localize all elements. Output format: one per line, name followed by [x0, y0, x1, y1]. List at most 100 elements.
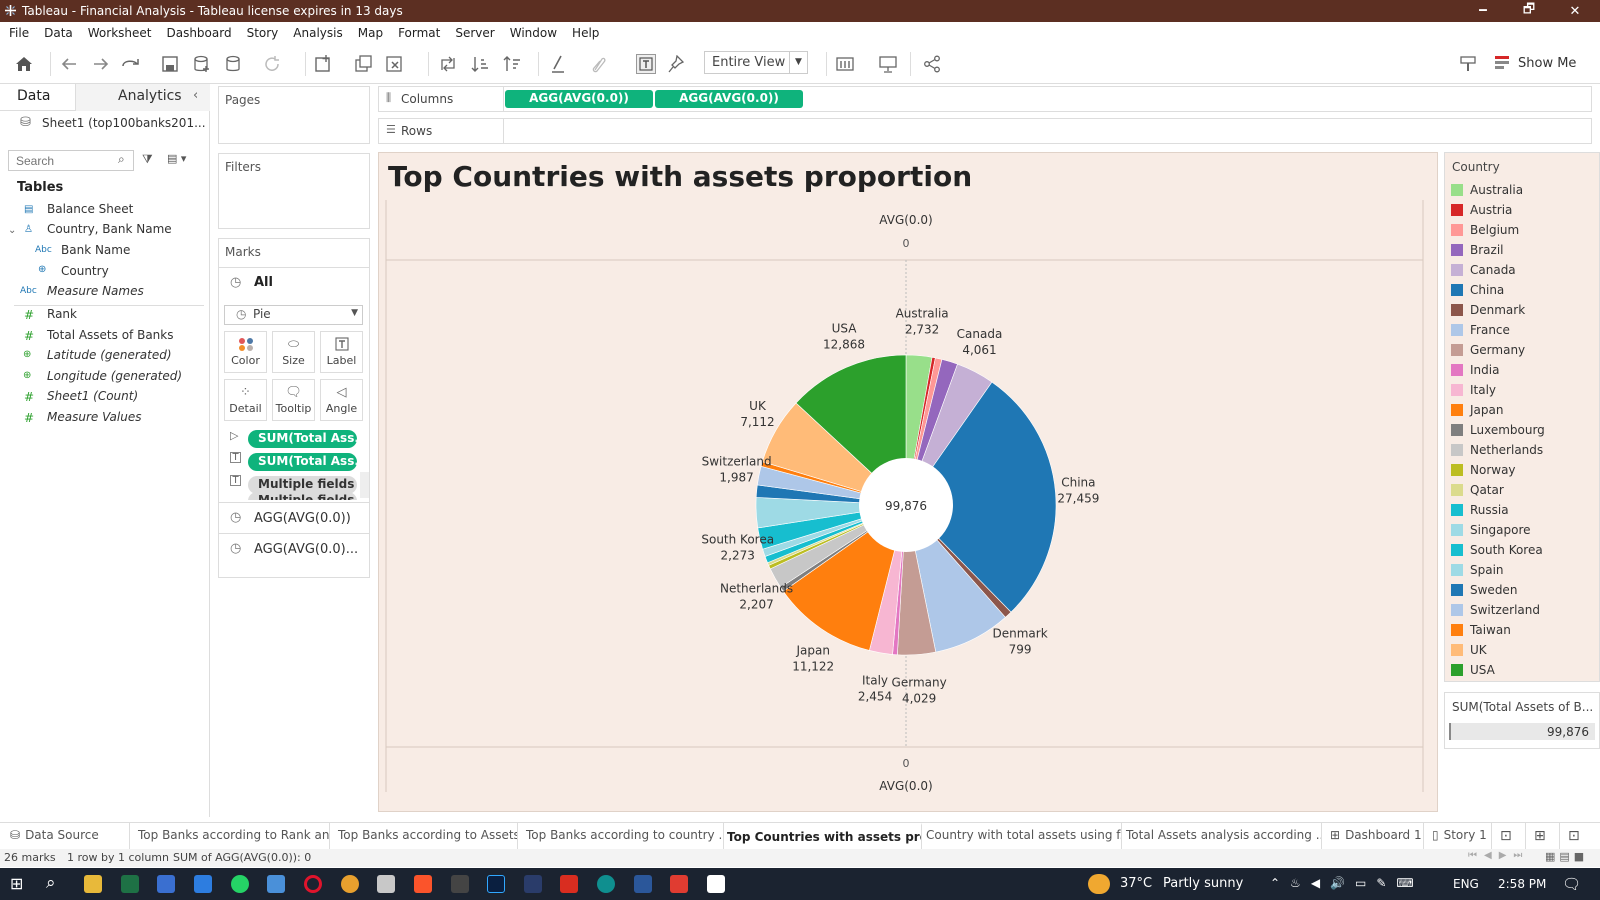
legend-item[interactable]: Sweden — [1451, 582, 1517, 598]
format-painter-icon[interactable] — [1458, 54, 1478, 74]
minimize-button[interactable]: 🗕 — [1460, 0, 1506, 22]
field-country-bank-name[interactable]: Country, Bank Name — [47, 222, 172, 236]
windows-start-icon[interactable]: ⊞ — [10, 874, 23, 893]
maximize-button[interactable]: 🗗 — [1506, 0, 1552, 22]
rows-shelf[interactable]: ☰ Rows — [378, 118, 1592, 144]
presentation-mode-icon[interactable] — [878, 54, 898, 74]
menu-story[interactable]: Story — [247, 26, 279, 40]
search-icon[interactable]: ⌕ — [46, 873, 56, 893]
tab-data[interactable]: Data — [0, 84, 76, 111]
close-button[interactable]: ✕ — [1552, 0, 1598, 22]
highlight-icon[interactable] — [548, 54, 568, 74]
tab-sheet[interactable]: Top Banks according to Rank an... — [130, 823, 330, 849]
color-button[interactable]: Color — [224, 331, 267, 373]
field-bank-name[interactable]: Bank Name — [61, 243, 130, 257]
menu-worksheet[interactable]: Worksheet — [88, 26, 152, 40]
marks-all-tab[interactable]: All — [254, 275, 273, 290]
sort-descending-icon[interactable] — [502, 54, 522, 74]
menu-map[interactable]: Map — [358, 26, 383, 40]
field-latitude[interactable]: Latitude (generated) — [47, 348, 172, 362]
view-sorter-icon[interactable]: ▦▤■ — [1545, 850, 1588, 863]
show-mark-labels-icon[interactable] — [636, 54, 656, 74]
legend-item[interactable]: China — [1451, 282, 1504, 298]
legend-item[interactable]: Canada — [1451, 262, 1516, 278]
opera-icon[interactable] — [304, 875, 322, 893]
redo-icon[interactable] — [91, 54, 111, 74]
show-me-button[interactable]: Show Me — [1495, 52, 1576, 74]
new-datasource-icon[interactable] — [192, 54, 212, 74]
new-dashboard-tab-icon[interactable]: ⊞ — [1526, 823, 1560, 849]
new-story-tab-icon[interactable]: ⊡ — [1560, 823, 1600, 849]
pause-updates-icon[interactable] — [224, 54, 244, 74]
legend-item[interactable]: Australia — [1451, 182, 1523, 198]
system-tray-icons[interactable]: ⌃♨◀🔊▭✎⌨ — [1270, 876, 1424, 890]
angle-pill[interactable]: SUM(Total Ass.. — [248, 430, 357, 448]
legend-item[interactable]: Taiwan — [1451, 622, 1511, 638]
chevron-down-icon[interactable]: ⌄ — [8, 225, 16, 236]
brave-icon[interactable] — [414, 875, 432, 893]
tab-sheet-active[interactable]: Top Countries with assets pro... — [724, 823, 922, 849]
store-icon[interactable] — [157, 875, 175, 893]
field-total-assets[interactable]: Total Assets of Banks — [47, 328, 173, 342]
marks-tab-agg1[interactable]: AGG(AVG(0.0)) — [254, 511, 351, 526]
acrobat-icon[interactable] — [560, 875, 578, 893]
label-pill[interactable]: SUM(Total Ass.. — [248, 453, 357, 471]
marks-scrollbar[interactable] — [360, 472, 369, 498]
share-icon[interactable] — [922, 54, 942, 74]
chrome-icon[interactable] — [341, 875, 359, 893]
field-search-input[interactable] — [8, 150, 134, 171]
duplicate-sheet-icon[interactable] — [354, 54, 374, 74]
save-icon[interactable] — [160, 54, 180, 74]
legend-item[interactable]: Norway — [1451, 462, 1516, 478]
tab-sheet[interactable]: Total Assets analysis according ... — [1122, 823, 1322, 849]
mail-icon[interactable] — [194, 875, 212, 893]
columns-pill-2[interactable]: AGG(AVG(0.0)) — [655, 90, 803, 108]
tab-story[interactable]: ▯ Story 1 — [1424, 823, 1492, 849]
menu-analysis[interactable]: Analysis — [293, 26, 342, 40]
field-rank[interactable]: Rank — [47, 307, 77, 321]
menu-window[interactable]: Window — [510, 26, 557, 40]
refresh-icon[interactable] — [262, 54, 282, 74]
view-mode-select[interactable]: Entire View ▼ — [704, 51, 808, 74]
menu-format[interactable]: Format — [398, 26, 440, 40]
word-icon[interactable] — [634, 875, 652, 893]
legend-item[interactable]: France — [1451, 322, 1510, 338]
excel-icon[interactable] — [121, 875, 139, 893]
field-country[interactable]: Country — [61, 264, 109, 278]
weather-desc[interactable]: Partly sunny — [1163, 876, 1243, 891]
app-icon[interactable] — [524, 875, 542, 893]
notifications-icon[interactable]: 🗨 — [1562, 875, 1581, 893]
field-measure-values[interactable]: Measure Values — [47, 410, 141, 424]
input-language[interactable]: ENG — [1453, 877, 1479, 891]
app-icon[interactable] — [670, 875, 688, 893]
new-worksheet-icon[interactable] — [314, 54, 334, 74]
legend-item[interactable]: India — [1451, 362, 1499, 378]
home-icon[interactable] — [14, 54, 34, 74]
tab-dashboard[interactable]: ⊞ Dashboard 1 — [1322, 823, 1424, 849]
size-button[interactable]: ⬭ Size — [272, 331, 315, 373]
legend-item[interactable]: Spain — [1451, 562, 1504, 578]
legend-item[interactable]: Germany — [1451, 342, 1525, 358]
field-measure-names[interactable]: Measure Names — [47, 284, 144, 298]
legend-item[interactable]: Luxembourg — [1451, 422, 1545, 438]
clear-sheet-icon[interactable] — [385, 54, 405, 74]
marks-tab-agg2[interactable]: AGG(AVG(0.0)... — [254, 542, 358, 557]
fix-axes-icon[interactable] — [666, 54, 686, 74]
datasource-name[interactable]: Sheet1 (top100banks201... — [42, 116, 206, 130]
mark-type-select[interactable]: ◷ Pie ▼ — [224, 305, 363, 325]
file-explorer-icon[interactable] — [84, 875, 102, 893]
weather-temp[interactable]: 37°C — [1120, 876, 1152, 891]
legend-item[interactable]: Belgium — [1451, 222, 1519, 238]
edge-icon[interactable] — [597, 875, 615, 893]
angle-button[interactable]: ◁ Angle — [320, 379, 363, 421]
field-sheet1-count[interactable]: Sheet1 (Count) — [47, 389, 138, 403]
legend-item[interactable]: Singapore — [1451, 522, 1531, 538]
legend-item[interactable]: Russia — [1451, 502, 1509, 518]
sheet-navigation-icon[interactable]: ⏮◀▶⏭ — [1468, 850, 1529, 861]
label-button[interactable]: Label — [320, 331, 363, 373]
menu-data[interactable]: Data — [44, 26, 73, 40]
menu-dashboard[interactable]: Dashboard — [166, 26, 231, 40]
detail-button[interactable]: ⁘ Detail — [224, 379, 267, 421]
filter-icon[interactable]: ⧩ — [142, 152, 153, 167]
tableau-taskbar-icon[interactable] — [707, 875, 725, 893]
